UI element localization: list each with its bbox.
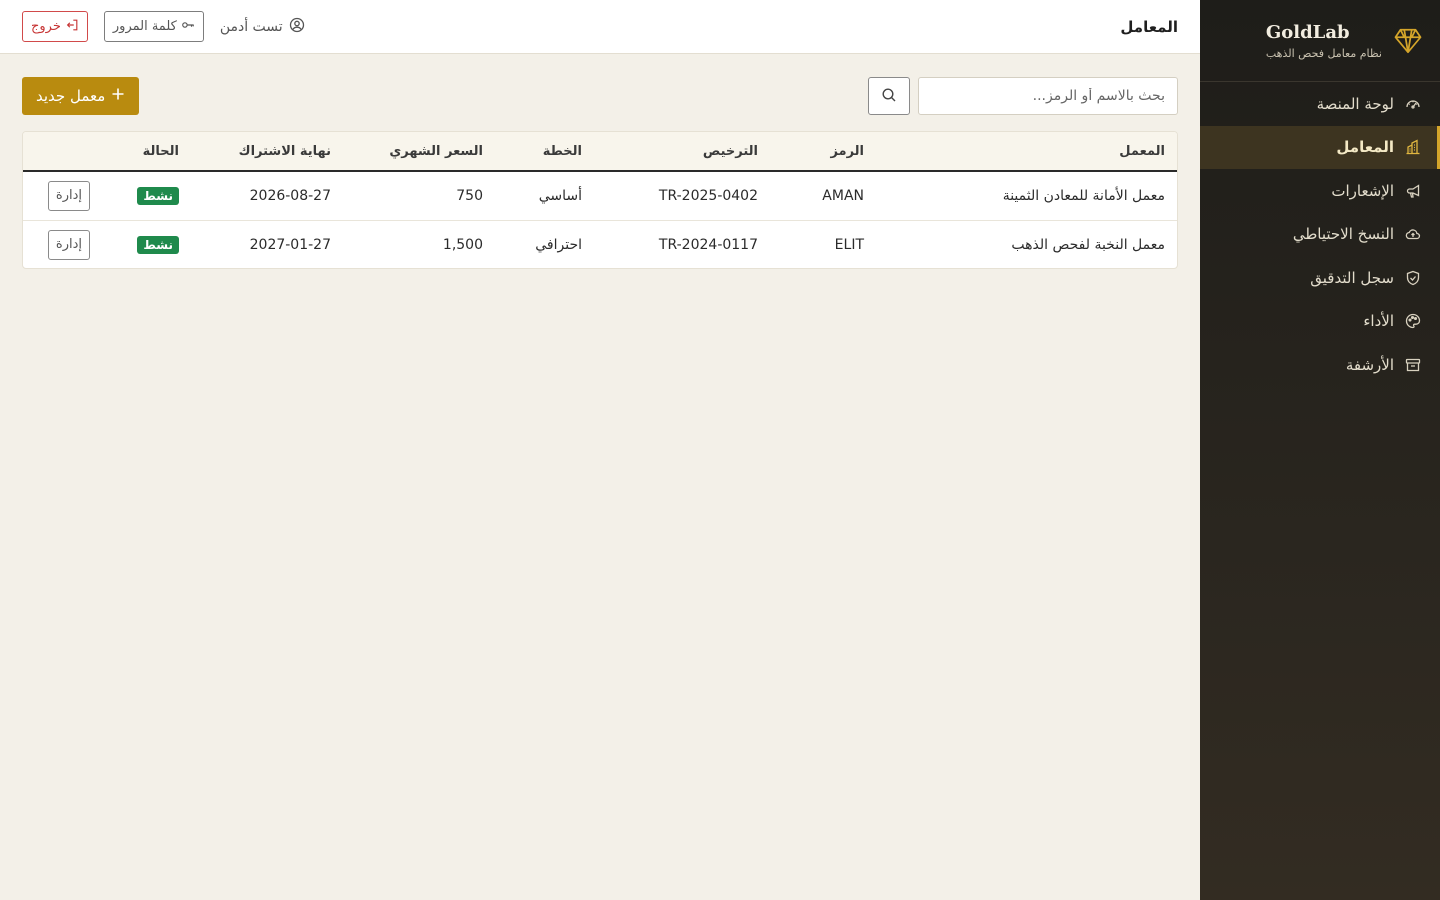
search-group [868, 77, 1178, 115]
sidebar-item-label: سجل التدقيق [1310, 268, 1394, 287]
shield-check-icon [1404, 269, 1422, 287]
status-badge: نشط [137, 186, 179, 205]
lab-status-cell: نشط [102, 171, 191, 220]
labs-table: المعمل الرمز الترخيص الخطة السعر الشهري … [23, 132, 1177, 268]
lab-actions-cell: إدارة [23, 171, 102, 220]
sidebar-item-labs[interactable]: المعامل [1200, 125, 1440, 169]
brand: GoldLab نظام معامل فحص الذهب [1200, 0, 1440, 82]
change-password-label: كلمة المرور [112, 19, 177, 34]
labs-table-card: المعمل الرمز الترخيص الخطة السعر الشهري … [22, 131, 1178, 269]
change-password-button[interactable]: كلمة المرور [103, 11, 204, 42]
brand-subtitle: نظام معامل فحص الذهب [1265, 46, 1382, 60]
sidebar-item-performance[interactable]: الأداء [1200, 300, 1440, 344]
column-header-plan: الخطة [542, 143, 582, 159]
dashboard-icon [1404, 95, 1422, 113]
lab-status-cell: نشط [102, 220, 191, 268]
key-icon [181, 18, 195, 36]
column-header-monthly-price: السعر الشهري [389, 143, 483, 159]
column-header-actions [23, 132, 102, 171]
manage-button[interactable]: إدارة [47, 180, 90, 211]
lab-license: TR-2025-0402 [658, 187, 758, 204]
lab-name: معمل النخبة لفحص الذهب [1011, 236, 1165, 253]
sidebar-item-dashboard[interactable]: لوحة المنصة [1200, 82, 1440, 126]
search-input[interactable] [918, 77, 1178, 115]
sidebar-item-label: الأرشفة [1345, 355, 1394, 374]
cloud-upload-icon [1404, 225, 1422, 243]
new-lab-button[interactable]: معمل جديد [22, 77, 140, 115]
search-icon [881, 87, 897, 106]
manage-button[interactable]: إدارة [47, 229, 90, 260]
diamond-icon [1392, 25, 1424, 57]
building-icon [1404, 138, 1422, 156]
top-bar: المعامل تست أدمن كلمة المرور خروج [0, 0, 1200, 54]
table-row: معمل الأمانة للمعادن الثمينة AMAN TR-202… [23, 171, 1177, 220]
user-circle-icon [289, 17, 305, 37]
logout-button[interactable]: خروج [22, 11, 88, 42]
sidebar: GoldLab نظام معامل فحص الذهب لوحة المنصة… [1200, 0, 1440, 900]
sidebar-item-notifications[interactable]: الإشعارات [1200, 169, 1440, 213]
lab-license: TR-2024-0117 [658, 236, 758, 253]
lab-name: معمل الأمانة للمعادن الثمينة [1002, 187, 1165, 204]
column-header-lab: المعمل [1119, 143, 1165, 159]
lab-actions-cell: إدارة [23, 220, 102, 268]
lab-plan: احترافي [535, 236, 582, 253]
sidebar-item-label: الإشعارات [1331, 181, 1394, 200]
search-button[interactable] [868, 77, 910, 115]
column-header-subscription-end: نهاية الاشتراك [238, 143, 331, 159]
lab-price: 1,500 [442, 236, 483, 253]
sidebar-item-backup[interactable]: النسخ الاحتياطي [1200, 213, 1440, 257]
palette-icon [1404, 312, 1422, 330]
column-header-status: الحالة [142, 143, 179, 159]
status-badge: نشط [137, 235, 179, 254]
megaphone-icon [1404, 182, 1422, 200]
sidebar-item-label: النسخ الاحتياطي [1292, 225, 1394, 244]
plus-icon [111, 87, 125, 105]
sidebar-item-label: لوحة المنصة [1316, 94, 1394, 113]
sidebar-item-audit-log[interactable]: سجل التدقيق [1200, 256, 1440, 300]
top-actions: تست أدمن كلمة المرور خروج [22, 11, 305, 42]
sidebar-item-label: المعامل [1336, 138, 1394, 157]
sidebar-item-archive[interactable]: الأرشفة [1200, 343, 1440, 387]
brand-name: GoldLab [1265, 21, 1350, 43]
user-menu[interactable]: تست أدمن [220, 17, 305, 37]
table-row: معمل النخبة لفحص الذهب ELIT TR-2024-0117… [23, 220, 1177, 268]
column-header-code: الرمز [830, 143, 864, 159]
logout-icon [65, 18, 79, 36]
lab-subscription-end: 2027-01-27 [249, 236, 331, 253]
table-header-row: المعمل الرمز الترخيص الخطة السعر الشهري … [23, 132, 1177, 171]
sidebar-item-label: الأداء [1363, 312, 1394, 331]
lab-code: ELIT [834, 236, 864, 253]
lab-code: AMAN [822, 187, 864, 204]
lab-plan: أساسي [538, 187, 582, 204]
page-title: المعامل [1120, 17, 1178, 36]
toolbar: معمل جديد [22, 77, 1178, 115]
lab-subscription-end: 2026-08-27 [249, 187, 331, 204]
logout-label: خروج [31, 19, 61, 34]
sidebar-nav: لوحة المنصة المعامل الإشعارات النسخ الاح… [1200, 82, 1440, 387]
new-lab-label: معمل جديد [36, 87, 106, 105]
lab-price: 750 [456, 187, 483, 204]
user-name: تست أدمن [219, 18, 283, 35]
archive-icon [1404, 356, 1422, 374]
column-header-license: الترخيص [702, 143, 758, 159]
